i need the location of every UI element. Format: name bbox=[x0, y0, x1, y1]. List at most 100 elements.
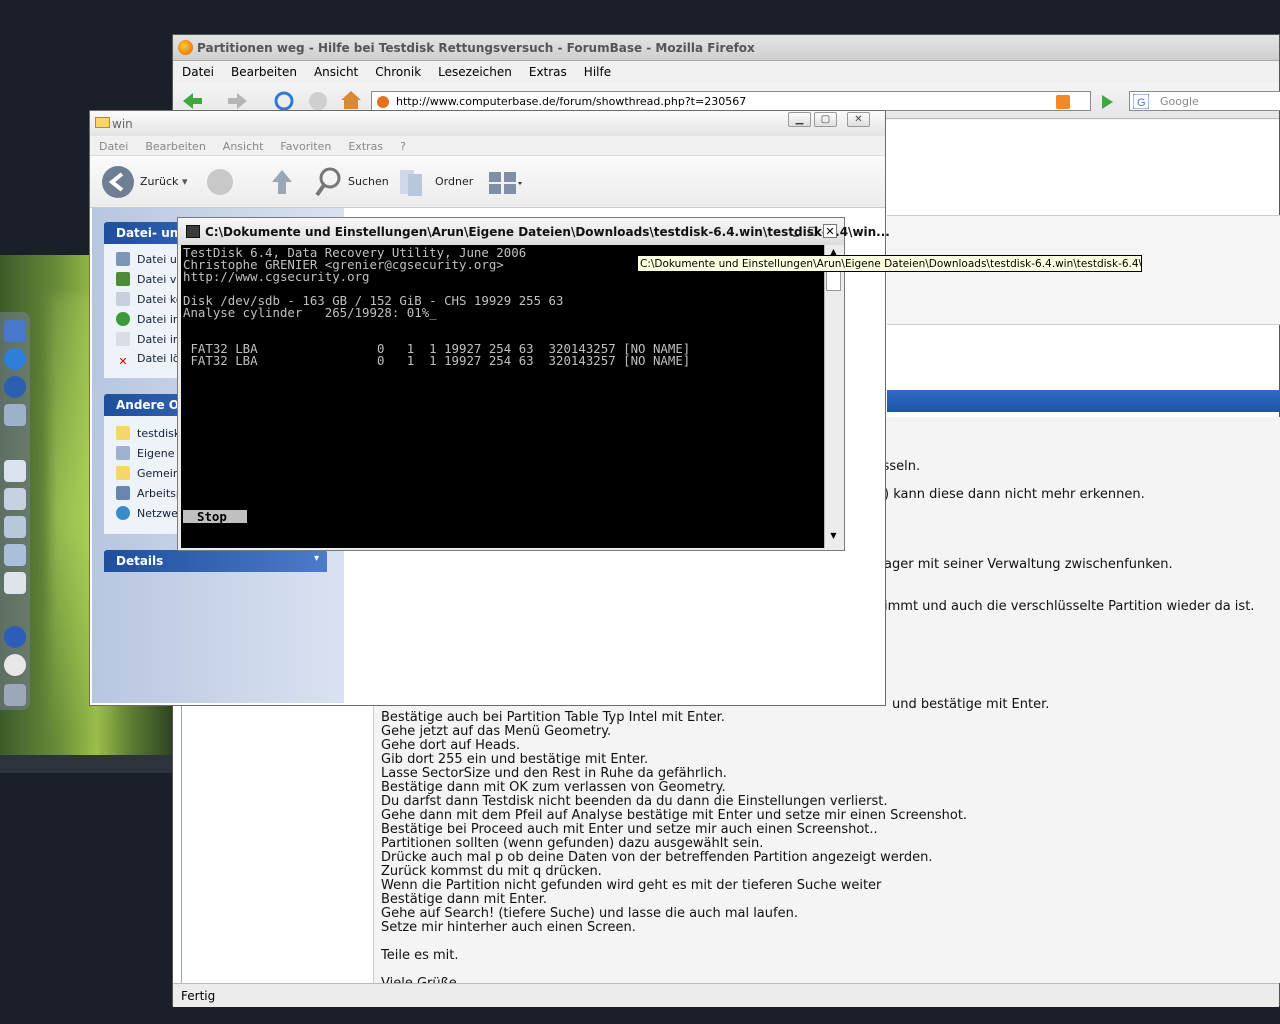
maximize-button[interactable]: ▢ bbox=[814, 112, 837, 127]
post-line-fragment: ) kann diese dann nicht mehr erkennen. bbox=[884, 487, 1145, 502]
document-icon[interactable] bbox=[4, 488, 26, 510]
stop-icon[interactable] bbox=[307, 90, 329, 112]
search-icon[interactable] bbox=[314, 166, 344, 198]
back-button[interactable]: Zurück bbox=[140, 175, 178, 188]
post-line-fragment: immt und auch die verschlüsselte Partiti… bbox=[884, 599, 1255, 614]
folders-button[interactable]: Ordner bbox=[435, 175, 473, 188]
minimize-button[interactable]: ▁ bbox=[788, 112, 811, 127]
folders-icon[interactable] bbox=[398, 166, 426, 198]
monitor-icon[interactable] bbox=[4, 320, 26, 342]
menu-help[interactable]: ? bbox=[391, 136, 414, 153]
menu-ansicht[interactable]: Ansicht bbox=[214, 136, 272, 153]
place-item[interactable]: Eigene I bbox=[116, 446, 181, 460]
post-line: Zurück kommst du mit q drücken. bbox=[381, 864, 602, 879]
place-item[interactable]: Gemeins bbox=[116, 466, 186, 480]
up-folder-icon[interactable] bbox=[270, 168, 294, 196]
rss-icon[interactable] bbox=[1056, 95, 1070, 109]
clock-icon[interactable] bbox=[4, 654, 26, 676]
status-text: Fertig bbox=[181, 989, 216, 1003]
place-label: Arbeitsp bbox=[137, 487, 183, 500]
scroll-down-icon[interactable]: ▼ bbox=[827, 531, 840, 544]
printer-icon[interactable] bbox=[4, 684, 26, 706]
delete-icon: ✕ bbox=[118, 355, 128, 368]
panel-other-places-title: Andere Or bbox=[116, 398, 185, 412]
place-item[interactable]: testdisk bbox=[116, 426, 180, 440]
forward-icon[interactable] bbox=[204, 166, 236, 198]
explorer-menubar: Datei Bearbeiten Ansicht Favoriten Extras? bbox=[90, 136, 885, 156]
menu-extras[interactable]: Extras bbox=[339, 136, 391, 153]
menu-hilfe[interactable]: Hilfe bbox=[575, 61, 619, 79]
post-divider bbox=[181, 693, 185, 983]
task-item[interactable]: ✕ Datei lö bbox=[116, 352, 179, 369]
search-placeholder: Google bbox=[1160, 95, 1199, 108]
menu-datei[interactable]: Datei bbox=[173, 61, 222, 79]
quick-launch-bar bbox=[0, 312, 30, 710]
menu-ansicht[interactable]: Ansicht bbox=[305, 61, 366, 79]
chevron-down-icon[interactable]: ▾ bbox=[314, 553, 319, 564]
maximize-button[interactable]: □ bbox=[806, 224, 820, 238]
task-item[interactable]: Datei in bbox=[116, 332, 180, 346]
post-line: Bestätige bei Proceed auch mit Enter und… bbox=[381, 822, 878, 837]
menu-chronik[interactable]: Chronik bbox=[366, 61, 429, 79]
internet-explorer-icon[interactable] bbox=[4, 348, 26, 370]
google-icon[interactable]: G bbox=[1133, 94, 1149, 109]
back-icon[interactable] bbox=[100, 164, 136, 200]
help-icon[interactable] bbox=[4, 626, 26, 648]
shared-folder-icon bbox=[116, 466, 130, 480]
post-line: Bestätige dann mit Enter. bbox=[381, 892, 548, 907]
console-output[interactable]: TestDisk 6.4, Data Recovery Utility, Jun… bbox=[181, 245, 824, 548]
task-item[interactable]: Datei ve bbox=[116, 272, 183, 286]
task-label: Datei in bbox=[137, 333, 180, 346]
media-player-icon[interactable] bbox=[4, 376, 26, 398]
site-favicon-icon bbox=[377, 96, 389, 108]
reload-icon[interactable] bbox=[273, 90, 295, 112]
firefox-logo-icon bbox=[178, 40, 193, 55]
post-line: Gib dort 255 ein und bestätige mit Enter… bbox=[381, 752, 649, 767]
task-item[interactable]: Datei ur bbox=[116, 252, 181, 266]
menu-lesezeichen[interactable]: Lesezeichen bbox=[429, 61, 520, 79]
console-line: http://www.cgsecurity.org bbox=[183, 269, 370, 284]
menu-extras[interactable]: Extras bbox=[520, 61, 575, 79]
post-line: Gehe jetzt auf das Menü Geometry. bbox=[381, 724, 612, 739]
search-field[interactable]: G Google bbox=[1129, 91, 1280, 111]
document-icon[interactable] bbox=[4, 544, 26, 566]
panel-details-header[interactable]: Details ▾ bbox=[104, 550, 327, 572]
home-icon[interactable] bbox=[339, 89, 363, 111]
explorer-title: win bbox=[112, 117, 133, 131]
minimize-button[interactable]: _ bbox=[789, 224, 803, 238]
document-icon[interactable] bbox=[4, 460, 26, 482]
task-item[interactable]: Datei ko bbox=[116, 292, 183, 306]
task-label: Datei ur bbox=[137, 253, 182, 266]
url-bar[interactable]: http://www.computerbase.de/forum/showthr… bbox=[371, 91, 1091, 111]
close-button[interactable]: ✕ bbox=[823, 224, 837, 238]
close-button[interactable]: ✕ bbox=[847, 112, 870, 127]
search-button[interactable]: Suchen bbox=[348, 175, 389, 188]
window-title: Partitionen weg - Hilfe bei Testdisk Ret… bbox=[197, 41, 755, 55]
console-titlebar: C:\Dokumente und Einstellungen\Arun\Eige… bbox=[178, 218, 890, 245]
copy-icon bbox=[116, 292, 130, 306]
views-icon[interactable] bbox=[488, 170, 522, 196]
post-line: Wenn die Partition nicht gefunden wird g… bbox=[381, 878, 882, 893]
place-item[interactable]: Netzwe bbox=[116, 506, 178, 520]
explorer-toolbar: Zurück ▾ Suchen Ordner bbox=[90, 156, 885, 208]
back-arrow-icon[interactable] bbox=[181, 91, 203, 111]
post-line: Gehe dort auf Heads. bbox=[381, 738, 521, 753]
place-item[interactable]: Arbeitsp bbox=[116, 486, 183, 500]
go-icon[interactable] bbox=[1097, 92, 1117, 112]
document-icon[interactable] bbox=[4, 516, 26, 538]
menu-bearbeiten[interactable]: Bearbeiten bbox=[222, 61, 305, 79]
stop-button[interactable]: Stop bbox=[183, 510, 247, 523]
back-dropdown-icon[interactable]: ▾ bbox=[182, 175, 188, 188]
task-item[interactable]: Datei im bbox=[116, 312, 184, 326]
explorer-titlebar: win ▁ ▢ ✕ bbox=[90, 111, 885, 136]
console-line: Analyse cylinder 265/19928: 01%_ bbox=[183, 305, 437, 320]
mail-icon[interactable] bbox=[4, 572, 26, 594]
svg-text:G: G bbox=[1137, 97, 1146, 109]
post-line: Setze mir hinterher auch einen Screen. bbox=[381, 920, 636, 935]
menu-datei[interactable]: Datei bbox=[90, 136, 136, 153]
recycle-bin-icon[interactable] bbox=[4, 404, 26, 426]
forward-arrow-icon[interactable] bbox=[227, 91, 249, 111]
console-scrollbar[interactable]: ▲ ▼ bbox=[824, 245, 842, 548]
menu-favoriten[interactable]: Favoriten bbox=[271, 136, 339, 153]
menu-bearbeiten[interactable]: Bearbeiten bbox=[136, 136, 213, 153]
